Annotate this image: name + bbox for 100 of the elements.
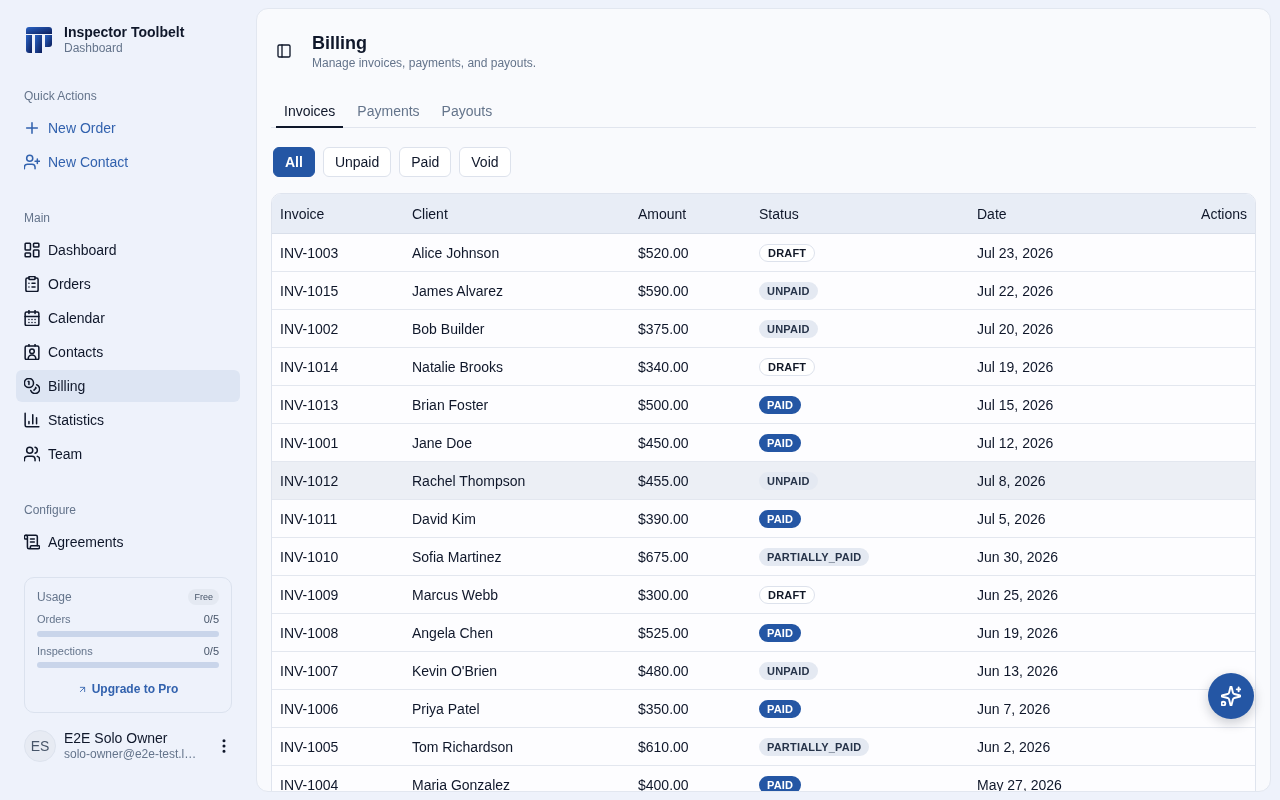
quick-action-link[interactable]: New Contact [16, 146, 240, 178]
meter-label: Orders [37, 612, 71, 626]
column-header: Client [412, 205, 449, 222]
meter-reading: 0/5 [203, 612, 219, 626]
section-heading: Main [23, 210, 51, 227]
column-header: Amount [638, 205, 688, 222]
user-email: solo-owner@e2e-test.l… [64, 747, 198, 762]
table-cell-text: Jul 12, 2026 [977, 434, 1055, 451]
nav-item[interactable]: Agreements [16, 526, 240, 558]
table-cell-text: David Kim [412, 510, 477, 527]
grid-icon [24, 242, 40, 258]
table-cell-text: $675.00 [638, 548, 690, 565]
table-cell-text: INV-1001 [280, 434, 340, 451]
status-badge: PAID [759, 699, 802, 718]
table-cell-text: Rachel Thompson [412, 472, 527, 489]
status-badge: PAID [759, 623, 802, 642]
table-cell-text: $340.00 [638, 358, 690, 375]
nav-item[interactable]: Calendar [16, 302, 240, 334]
user-name: E2E Solo Owner [64, 730, 169, 747]
table-cell-text: Jane Doe [412, 434, 473, 451]
table-cell-text: Jul 8, 2026 [977, 472, 1047, 489]
table-cell-text: Jul 19, 2026 [977, 358, 1055, 375]
table-cell-text: Marcus Webb [412, 586, 500, 603]
table-cell-text: $590.00 [638, 282, 690, 299]
quick-action-link[interactable]: New Order [16, 112, 240, 144]
nav-item[interactable]: Dashboard [16, 234, 240, 266]
calendar-icon [24, 310, 40, 326]
scroll-icon [24, 534, 40, 550]
app-subtitle: Dashboard [64, 40, 124, 56]
tab[interactable]: Payouts [433, 96, 501, 128]
table-cell-text: INV-1013 [280, 396, 340, 413]
table-cell-text: Tom Richardson [412, 738, 515, 755]
filter-button[interactable]: Paid [399, 147, 452, 177]
contact-card-icon [24, 344, 40, 360]
filter-button[interactable]: Void [459, 147, 511, 177]
table-cell-text: James Alvarez [412, 282, 505, 299]
user-plus-icon [24, 154, 40, 170]
page-subtitle: Manage invoices, payments, and payouts. [312, 55, 537, 71]
upgrade-link[interactable]: Upgrade to Pro [77, 681, 179, 697]
column-header: Date [977, 205, 1008, 222]
table-cell-text: $300.00 [638, 586, 690, 603]
table-cell-text: INV-1004 [280, 776, 340, 791]
table-cell-text: Jul 20, 2026 [977, 320, 1055, 337]
usage-title: Usage [37, 590, 72, 604]
tab[interactable]: Payments [349, 96, 428, 128]
table-cell-text: $520.00 [638, 244, 690, 261]
table-cell-text: INV-1008 [280, 624, 340, 641]
avatar: ES [24, 730, 56, 762]
table-cell-text: $525.00 [638, 624, 690, 641]
table-cell-text: Jun 7, 2026 [977, 700, 1052, 717]
status-badge: DRAFT [759, 357, 816, 376]
table-cell-text: INV-1010 [280, 548, 340, 565]
status-badge: DRAFT [759, 585, 816, 604]
panel-left-icon[interactable] [277, 44, 291, 58]
table-cell-text: Maria Gonzalez [412, 776, 512, 791]
table-cell-text: $450.00 [638, 434, 690, 451]
table-cell-text: Sofia Martinez [412, 548, 503, 565]
plus-icon [24, 120, 40, 136]
table-cell-text: INV-1014 [280, 358, 340, 375]
table-cell-text: Jun 25, 2026 [977, 586, 1059, 603]
meter-label: Inspections [37, 644, 93, 658]
table-cell-text: $375.00 [638, 320, 690, 337]
status-badge: UNPAID [759, 661, 818, 680]
section-heading: Quick Actions [23, 88, 98, 105]
nav-item[interactable]: Statistics [16, 404, 240, 436]
nav-item[interactable]: Contacts [16, 336, 240, 368]
meter-reading: 0/5 [203, 644, 219, 658]
status-badge: UNPAID [759, 471, 818, 490]
bar-chart-icon [24, 412, 40, 428]
table-cell-text: $500.00 [638, 396, 690, 413]
table-cell-text: Bob Builder [412, 320, 486, 337]
users-icon [24, 446, 40, 462]
coins-icon [24, 378, 40, 394]
table-cell-text: INV-1002 [280, 320, 340, 337]
table-cell-text: Jul 23, 2026 [977, 244, 1055, 261]
logo-icon [26, 27, 52, 53]
status-badge: PAID [759, 775, 802, 791]
table-cell-text: $350.00 [638, 700, 690, 717]
page-title: Billing [312, 32, 368, 55]
status-badge: PAID [759, 433, 802, 452]
nav-item[interactable]: Billing [16, 370, 240, 402]
status-badge: UNPAID [759, 319, 818, 338]
table-cell-text: Kevin O'Brien [412, 662, 499, 679]
table-cell-text: Jun 19, 2026 [977, 624, 1059, 641]
table-cell-text: Jun 30, 2026 [977, 548, 1059, 565]
section-heading: Configure [23, 502, 78, 519]
tab[interactable]: Invoices [276, 96, 344, 128]
filter-button[interactable]: Unpaid [322, 147, 392, 177]
table-cell-text: Jul 5, 2026 [977, 510, 1047, 527]
filter-button[interactable]: All [273, 147, 315, 177]
nav-item[interactable]: Orders [16, 268, 240, 300]
plan-badge: Free [188, 589, 219, 605]
table-cell-text: INV-1007 [280, 662, 340, 679]
table-cell-text: Jul 22, 2026 [977, 282, 1055, 299]
table-cell-text: $390.00 [638, 510, 690, 527]
table-row[interactable]: INV-1012 Rachel Thompson $455.00 UNPAID Jul 8, 2026 [272, 462, 1255, 500]
column-header: Actions [1201, 205, 1247, 222]
table-cell-text: $455.00 [638, 472, 690, 489]
table-cell-text: Angela Chen [412, 624, 494, 641]
nav-item[interactable]: Team [16, 438, 240, 470]
